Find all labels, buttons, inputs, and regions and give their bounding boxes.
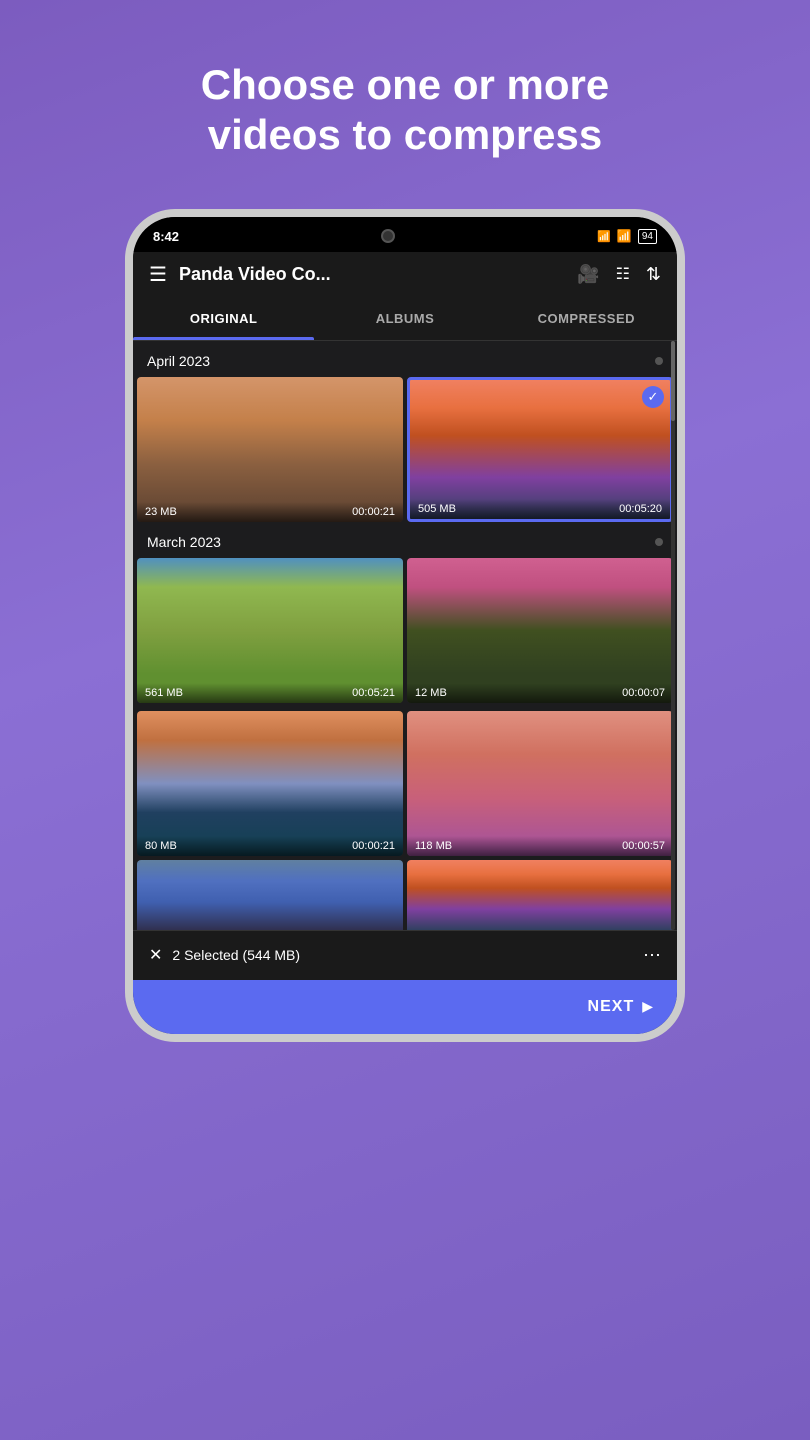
partial-video-row <box>133 860 677 930</box>
tab-original[interactable]: ORIGINAL <box>133 297 314 340</box>
clear-selection-icon[interactable]: ✕ <box>149 945 162 965</box>
next-button-label: NEXT <box>588 998 635 1016</box>
section-dot-march <box>655 538 663 546</box>
section-march-title: March 2023 <box>147 534 221 550</box>
section-march: March 2023 <box>133 522 677 558</box>
scrollbar-track[interactable] <box>671 341 675 930</box>
section-april-title: April 2023 <box>147 353 210 369</box>
video-size-5: 80 MB <box>145 840 177 852</box>
video-info-1: 23 MB 00:00:21 <box>137 502 403 522</box>
top-bar-action-icons: 🎥 ☷ ⇅ <box>577 264 661 285</box>
video-duration-4: 00:00:07 <box>622 687 665 699</box>
video-info-2: 505 MB 00:05:20 <box>410 499 670 519</box>
sort-icon[interactable]: ⇅ <box>646 264 661 285</box>
video-thumb-5[interactable]: 80 MB 00:00:21 <box>137 711 403 856</box>
partial-thumb-1[interactable] <box>137 860 403 930</box>
video-info-4: 12 MB 00:00:07 <box>407 683 673 703</box>
wifi-icon: 📶 <box>617 229 632 243</box>
scrollbar-thumb[interactable] <box>671 341 675 421</box>
menu-icon[interactable]: ☰ <box>149 262 167 287</box>
video-size-3: 561 MB <box>145 687 183 699</box>
top-bar: ☰ Panda Video Co... 🎥 ☷ ⇅ <box>133 252 677 297</box>
sim-icon: 📶 <box>597 230 611 243</box>
page-headline: Choose one or morevideos to compress <box>141 60 669 161</box>
grid-icon[interactable]: ☷ <box>616 264 630 284</box>
video-thumb-6[interactable]: 118 MB 00:00:57 <box>407 711 673 856</box>
selection-count-text: 2 Selected (544 MB) <box>172 947 300 963</box>
tab-bar: ORIGINAL ALBUMS COMPRESSED <box>133 297 677 341</box>
video-info-6: 118 MB 00:00:57 <box>407 836 673 856</box>
content-area: April 2023 23 MB 00:00:21 ✓ 505 MB 00:05… <box>133 341 677 930</box>
selection-info: ✕ 2 Selected (544 MB) <box>149 945 300 965</box>
march-video-grid: 561 MB 00:05:21 12 MB 00:00:07 80 MB 00:… <box>133 558 677 856</box>
video-size-6: 118 MB <box>415 840 452 852</box>
video-info-5: 80 MB 00:00:21 <box>137 836 403 856</box>
status-time: 8:42 <box>153 229 179 244</box>
tab-albums[interactable]: ALBUMS <box>314 297 495 340</box>
video-duration-3: 00:05:21 <box>352 687 395 699</box>
april-video-grid: 23 MB 00:00:21 ✓ 505 MB 00:05:20 <box>133 377 677 522</box>
next-arrow-icon: ▶ <box>642 998 653 1015</box>
video-size-2: 505 MB <box>418 503 456 515</box>
tab-compressed[interactable]: COMPRESSED <box>496 297 677 340</box>
more-options-icon[interactable]: ⋯ <box>643 945 661 966</box>
video-info-3: 561 MB 00:05:21 <box>137 683 403 703</box>
battery-icon: 94 <box>638 229 657 244</box>
status-icons: 📶 📶 94 <box>597 229 657 244</box>
video-thumb-1[interactable]: 23 MB 00:00:21 <box>137 377 403 522</box>
partial-thumb-2[interactable] <box>407 860 673 930</box>
camera-icon[interactable]: 🎥 <box>577 264 599 285</box>
video-size-1: 23 MB <box>145 506 177 518</box>
selection-bar: ✕ 2 Selected (544 MB) ⋯ <box>133 930 677 980</box>
video-duration-1: 00:00:21 <box>352 506 395 518</box>
video-thumb-4[interactable]: 12 MB 00:00:07 <box>407 558 673 703</box>
selected-check-2: ✓ <box>642 386 664 408</box>
video-duration-2: 00:05:20 <box>619 503 662 515</box>
video-size-4: 12 MB <box>415 687 447 699</box>
status-bar: 8:42 📶 📶 94 <box>133 217 677 252</box>
next-button[interactable]: NEXT ▶ <box>133 980 677 1034</box>
video-duration-5: 00:00:21 <box>352 840 395 852</box>
video-thumb-2[interactable]: ✓ 505 MB 00:05:20 <box>407 377 673 522</box>
section-april: April 2023 <box>133 341 677 377</box>
video-thumb-3[interactable]: 561 MB 00:05:21 <box>137 558 403 703</box>
phone-shell: 8:42 📶 📶 94 ☰ Panda Video Co... 🎥 ☷ ⇅ OR… <box>125 209 685 1042</box>
video-duration-6: 00:00:57 <box>622 840 665 852</box>
camera-dot <box>381 229 395 243</box>
app-title: Panda Video Co... <box>179 264 565 285</box>
section-dot <box>655 357 663 365</box>
